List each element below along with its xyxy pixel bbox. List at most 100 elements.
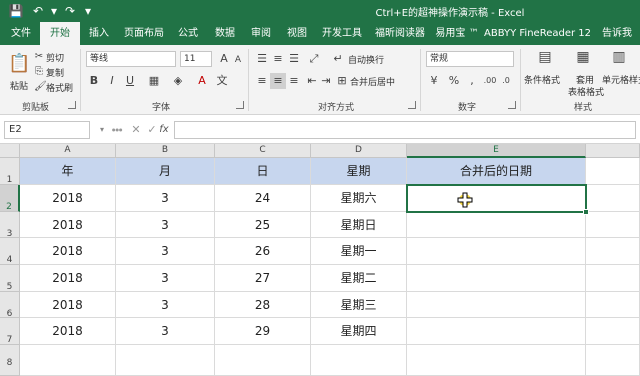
cell-a4[interactable]: 2018 [20, 238, 116, 265]
wrap-text-button[interactable]: 自动换行 [348, 53, 384, 66]
tab-view[interactable]: 视图 [280, 22, 314, 45]
cell-c5[interactable]: 27 [215, 265, 311, 292]
cell-a3[interactable]: 2018 [20, 212, 116, 238]
conditional-format-button[interactable]: 条件格式 [524, 73, 560, 86]
number-format-dropdown[interactable]: 常规 [426, 51, 514, 67]
currency-icon[interactable]: ¥ [426, 73, 442, 89]
cell-e3[interactable] [407, 212, 586, 238]
bold-button[interactable]: B [86, 73, 102, 89]
font-launcher-icon[interactable] [236, 101, 244, 109]
font-size-dropdown[interactable]: 11 [180, 51, 212, 67]
cell-a5[interactable]: 2018 [20, 265, 116, 292]
row-header-6[interactable]: 6 [0, 292, 20, 319]
clipboard-launcher-icon[interactable] [68, 101, 76, 109]
underline-button[interactable]: U [122, 73, 138, 89]
align-top-icon[interactable]: ☰ [254, 51, 270, 67]
cell-f8[interactable] [586, 345, 640, 376]
cell-f4[interactable] [586, 238, 640, 265]
tab-tell-me[interactable]: 告诉我 [594, 22, 640, 45]
tab-home[interactable]: 开始 [40, 22, 80, 45]
cell-b6[interactable]: 3 [116, 292, 215, 318]
cell-a2[interactable]: 2018 [20, 185, 116, 212]
cell-d8[interactable] [311, 345, 407, 376]
cell-f6[interactable] [586, 292, 640, 318]
align-right-icon[interactable]: ≡ [286, 73, 302, 89]
phonetic-icon[interactable]: 文 [214, 73, 230, 89]
tab-foxit-reader[interactable]: 福昕阅读器 [370, 22, 430, 45]
cell-a7[interactable]: 2018 [20, 318, 116, 345]
column-header-d[interactable]: D [311, 144, 407, 158]
font-color-button[interactable]: A [194, 73, 210, 89]
customize-toolbar-icon[interactable]: ▾ [80, 3, 96, 19]
paste-button[interactable]: 粘贴 [10, 79, 28, 92]
row-header-3[interactable]: 3 [0, 212, 20, 239]
undo-icon[interactable]: ↶ [30, 3, 46, 19]
format-painter-button[interactable]: 格式刷 [46, 81, 73, 94]
save-icon[interactable]: 💾 [8, 3, 24, 19]
cell-c4[interactable]: 26 [215, 238, 311, 265]
tab-easyuse[interactable]: 易用宝 ™ [432, 22, 482, 45]
tab-formulas[interactable]: 公式 [172, 22, 204, 45]
tab-abbyy[interactable]: ABBYY FineReader 12 [484, 22, 591, 45]
column-header-e[interactable]: E [407, 144, 586, 158]
fill-handle[interactable] [583, 209, 589, 215]
cell-a6[interactable]: 2018 [20, 292, 116, 318]
decrease-font-icon[interactable]: A [230, 52, 246, 68]
increase-indent-icon[interactable]: ⇥ [318, 73, 334, 89]
cell-d4[interactable]: 星期一 [311, 238, 407, 265]
row-header-7[interactable]: 7 [0, 318, 20, 345]
cell-e8[interactable] [407, 345, 586, 376]
align-left-icon[interactable]: ≡ [254, 73, 270, 89]
percent-button[interactable]: % [446, 73, 462, 89]
redo-icon[interactable]: ↷ [62, 3, 78, 19]
name-box[interactable]: E2 [4, 121, 90, 139]
decrease-decimal-icon[interactable]: .0 [498, 73, 514, 89]
tab-review[interactable]: 审阅 [244, 22, 278, 45]
cell-b7[interactable]: 3 [116, 318, 215, 345]
cell-styles-button[interactable]: 单元格样式 [602, 73, 640, 86]
align-center-icon[interactable]: ≡ [270, 73, 286, 89]
orientation-icon[interactable]: ⤢ [306, 51, 322, 67]
cell-e5[interactable] [407, 265, 586, 292]
cell-a8[interactable] [20, 345, 116, 376]
cell-c8[interactable] [215, 345, 311, 376]
cell-f1[interactable] [586, 158, 640, 185]
italic-button[interactable]: I [104, 73, 120, 89]
cell-c7[interactable]: 29 [215, 318, 311, 345]
cell-b5[interactable]: 3 [116, 265, 215, 292]
cell-c1[interactable]: 日 [215, 158, 311, 185]
row-header-8[interactable]: 8 [0, 345, 20, 376]
cancel-icon[interactable]: ✕ [128, 122, 144, 138]
tab-page-layout[interactable]: 页面布局 [118, 22, 170, 45]
insert-function-icon[interactable]: fx [156, 122, 172, 138]
cell-c3[interactable]: 25 [215, 212, 311, 238]
cell-c2[interactable]: 24 [215, 185, 311, 212]
cell-c6[interactable]: 28 [215, 292, 311, 318]
fill-color-icon[interactable]: ◈ [170, 73, 186, 89]
border-icon[interactable]: ▦ [146, 73, 162, 89]
cell-f7[interactable] [586, 318, 640, 345]
copy-button[interactable]: 复制 [46, 66, 64, 79]
cell-f2[interactable] [586, 185, 640, 212]
cell-d5[interactable]: 星期二 [311, 265, 407, 292]
cell-a1[interactable]: 年 [20, 158, 116, 185]
paste-icon[interactable]: 📋 [8, 51, 30, 77]
align-bottom-icon[interactable]: ☰ [286, 51, 302, 67]
more-options-icon[interactable]: ●●● [112, 122, 122, 138]
cell-e4[interactable] [407, 238, 586, 265]
cell-b1[interactable]: 月 [116, 158, 215, 185]
cell-d6[interactable]: 星期三 [311, 292, 407, 318]
tab-data[interactable]: 数据 [208, 22, 242, 45]
cell-f3[interactable] [586, 212, 640, 238]
cell-d2[interactable]: 星期六 [311, 185, 407, 212]
formula-input[interactable] [174, 121, 636, 139]
align-middle-icon[interactable]: ≡ [270, 51, 286, 67]
select-all-corner[interactable] [0, 144, 20, 158]
tab-insert[interactable]: 插入 [82, 22, 116, 45]
cell-e6[interactable] [407, 292, 586, 318]
row-header-4[interactable]: 4 [0, 238, 20, 265]
cell-d7[interactable]: 星期四 [311, 318, 407, 345]
row-header-5[interactable]: 5 [0, 265, 20, 292]
cut-button[interactable]: 剪切 [46, 51, 64, 64]
column-header-a[interactable]: A [20, 144, 116, 158]
